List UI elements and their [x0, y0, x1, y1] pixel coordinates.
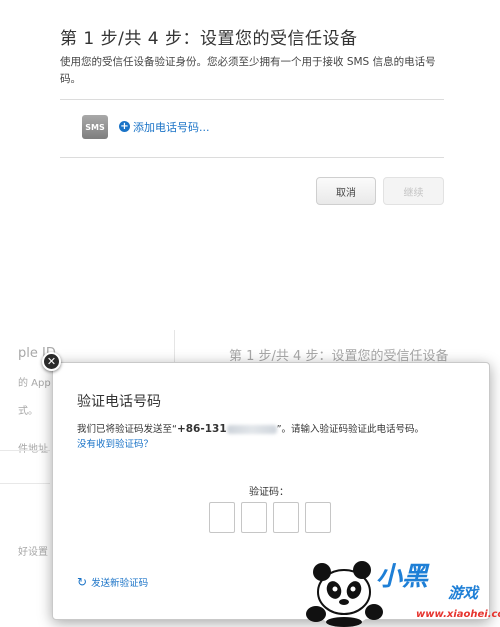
- divider: [60, 157, 444, 158]
- sms-icon: SMS: [82, 115, 108, 139]
- redacted-phone-digits: [226, 425, 277, 434]
- continue-button[interactable]: 继续: [383, 177, 444, 205]
- divider: [0, 483, 50, 484]
- dialog-title: 验证电话号码: [77, 394, 161, 410]
- add-phone-number-link[interactable]: 添加电话号码...: [133, 119, 210, 135]
- code-digit-input[interactable]: [273, 502, 299, 533]
- resend-label: 发送新验证码: [91, 578, 149, 589]
- code-label: 验证码：: [249, 487, 289, 498]
- code-digit-input[interactable]: [305, 502, 331, 533]
- watermark-game-text: 游戏: [448, 584, 479, 602]
- background-text: 好设置: [18, 547, 48, 558]
- code-digit-input[interactable]: [241, 502, 267, 533]
- site-watermark-logo: 小黑 游戏 www.xiaohei.com: [298, 552, 500, 627]
- watermark-brand-text: 小黑: [376, 562, 429, 592]
- divider: [0, 450, 50, 451]
- code-digit-input[interactable]: [209, 502, 235, 533]
- step-description: 使用您的受信任设备验证身份。您必须至少拥有一个用于接收 SMS 信息的电话号码。: [60, 56, 436, 85]
- refresh-icon: ↻: [77, 575, 88, 589]
- background-text: 式。: [18, 406, 38, 417]
- close-icon[interactable]: ✕: [42, 352, 61, 371]
- dialog-description: 我们已将验证码发送至“+86-131 ”。请输入验证码验证此电话号码。: [77, 421, 477, 435]
- cancel-button[interactable]: 取消: [316, 177, 376, 205]
- trusted-device-step-panel: 第 1 步/共 4 步：设置您的受信任设备 使用您的受信任设备验证身份。您必须至…: [0, 0, 500, 300]
- plus-circle-icon[interactable]: +: [119, 121, 130, 132]
- background-text: 的 App: [18, 378, 51, 389]
- background-text: 件地址: [18, 440, 48, 455]
- watermark-url: www.xiaohei.com: [416, 609, 500, 620]
- resend-code-link[interactable]: ↻ 发送新验证码: [77, 575, 148, 589]
- desc-text: 我们已将验证码发送至“: [77, 424, 177, 435]
- no-code-received-link[interactable]: 没有收到验证码？: [77, 436, 153, 450]
- desc-text: ”。请输入验证码验证此电话号码。: [276, 424, 425, 435]
- divider: [60, 99, 444, 100]
- step-title: 第 1 步/共 4 步：设置您的受信任设备: [60, 29, 358, 49]
- phone-number: +86-131: [176, 423, 227, 435]
